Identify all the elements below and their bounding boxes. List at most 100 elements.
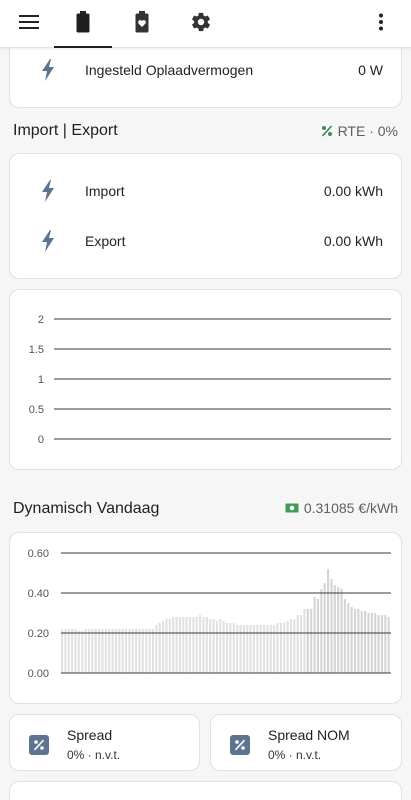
price-bar [74,629,77,673]
price-bar [212,619,215,673]
price-bar [347,603,350,673]
price-bar [263,625,266,673]
price-bar [226,623,229,673]
spread-nom-sub: 0% · n.v.t. [268,748,322,762]
import-export-card: Import 0.00 kWh Export 0.00 kWh [9,153,402,279]
price-bar [124,629,128,673]
price-bar [364,611,367,673]
price-bar [94,629,97,673]
price-indicator: 0.31085 €/kWh [285,500,398,516]
price-bar [236,625,239,673]
price-bar [138,629,141,673]
price-bar [367,613,370,673]
y-tick-label: 1 [38,374,44,386]
price-bar [61,629,64,673]
import-export-chart-card: 2 1.5 1 0.5 0 [9,289,402,470]
next-card [9,781,402,800]
price-bar [232,623,235,673]
price-bar [175,617,178,673]
price-bar [98,629,101,673]
price-bar [343,599,346,673]
price-bar [215,621,218,673]
price-bar [205,617,208,673]
price-bar [145,629,148,673]
charge-power-value: 0 W [358,62,383,78]
price-bar [67,629,70,673]
more-vert-icon[interactable] [365,8,397,36]
price-bar [81,631,84,673]
bolt-icon [42,59,54,81]
price-bar [286,621,289,673]
price-bar [246,625,249,673]
price-bar [374,613,377,673]
import-export-chart: 2 1.5 1 0.5 0 [29,314,391,446]
price-bar [327,569,330,673]
spread-card[interactable]: Spread 0% · n.v.t. [9,714,200,771]
price-bar [168,619,171,673]
spread-nom-card[interactable]: Spread NOM 0% · n.v.t. [210,714,402,771]
price-bar [188,617,192,673]
spread-title: Spread [67,727,113,743]
price-bar [172,617,175,673]
price-bar [209,619,212,673]
price-bar [273,625,276,673]
price-bar [229,623,232,673]
import-value: 0.00 kWh [323,183,383,199]
y-tick-label: 0.00 [28,668,49,680]
price-bar [108,629,111,673]
price-bar [135,629,138,673]
price-bar [276,623,279,673]
price-bar [118,629,121,673]
dynamic-price-chart-card: 0.60 0.40 0.20 0.00 [9,532,402,704]
dynamic-price-chart: 0.60 0.40 0.20 0.00 [28,548,391,680]
price-bar [306,609,309,673]
price-bar [195,617,198,673]
price-bar [249,625,252,673]
menu-icon[interactable] [13,8,45,36]
price-bar [151,629,155,673]
price-bar [242,625,245,673]
price-bar [283,623,286,673]
price-bar [266,625,269,673]
price-bar [259,625,262,673]
price-bar [252,625,256,673]
price-bar [256,625,259,673]
import-label: Import [85,183,125,199]
export-value: 0.00 kWh [323,233,383,249]
price-bar [91,629,94,673]
price-bar [87,629,91,673]
price-bar [192,617,195,673]
active-tab-indicator [54,46,112,48]
price-bar [313,597,316,673]
price-bar [293,619,296,673]
price-bar [71,629,74,673]
import-export-title: Import | Export [13,122,118,139]
price-bar [340,589,343,673]
y-tick-label: 0.40 [28,588,49,600]
price-bar [84,629,87,673]
y-tick-label: 2 [38,314,44,326]
battery-heart-icon[interactable] [126,8,158,36]
price-bar [178,617,181,673]
price-bar [155,625,158,673]
price-bar [310,609,313,673]
price-bar [158,623,161,673]
price-bar [222,621,225,673]
price-bar [182,617,185,673]
export-label: Export [85,233,126,249]
settings-icon[interactable] [185,8,217,36]
price-bar [162,621,165,673]
price-bar [303,609,306,673]
price-bar [337,587,340,673]
price-bar [199,615,202,673]
price-bar [384,615,387,673]
price-bar [370,613,373,673]
price-bar [279,623,282,673]
price-bar [323,583,326,673]
price-bar [350,607,353,673]
price-bar [357,609,360,673]
price-bar [380,615,383,673]
y-tick-label: 0.60 [28,548,49,560]
bolt-icon [42,180,54,202]
battery-icon[interactable] [67,8,99,36]
